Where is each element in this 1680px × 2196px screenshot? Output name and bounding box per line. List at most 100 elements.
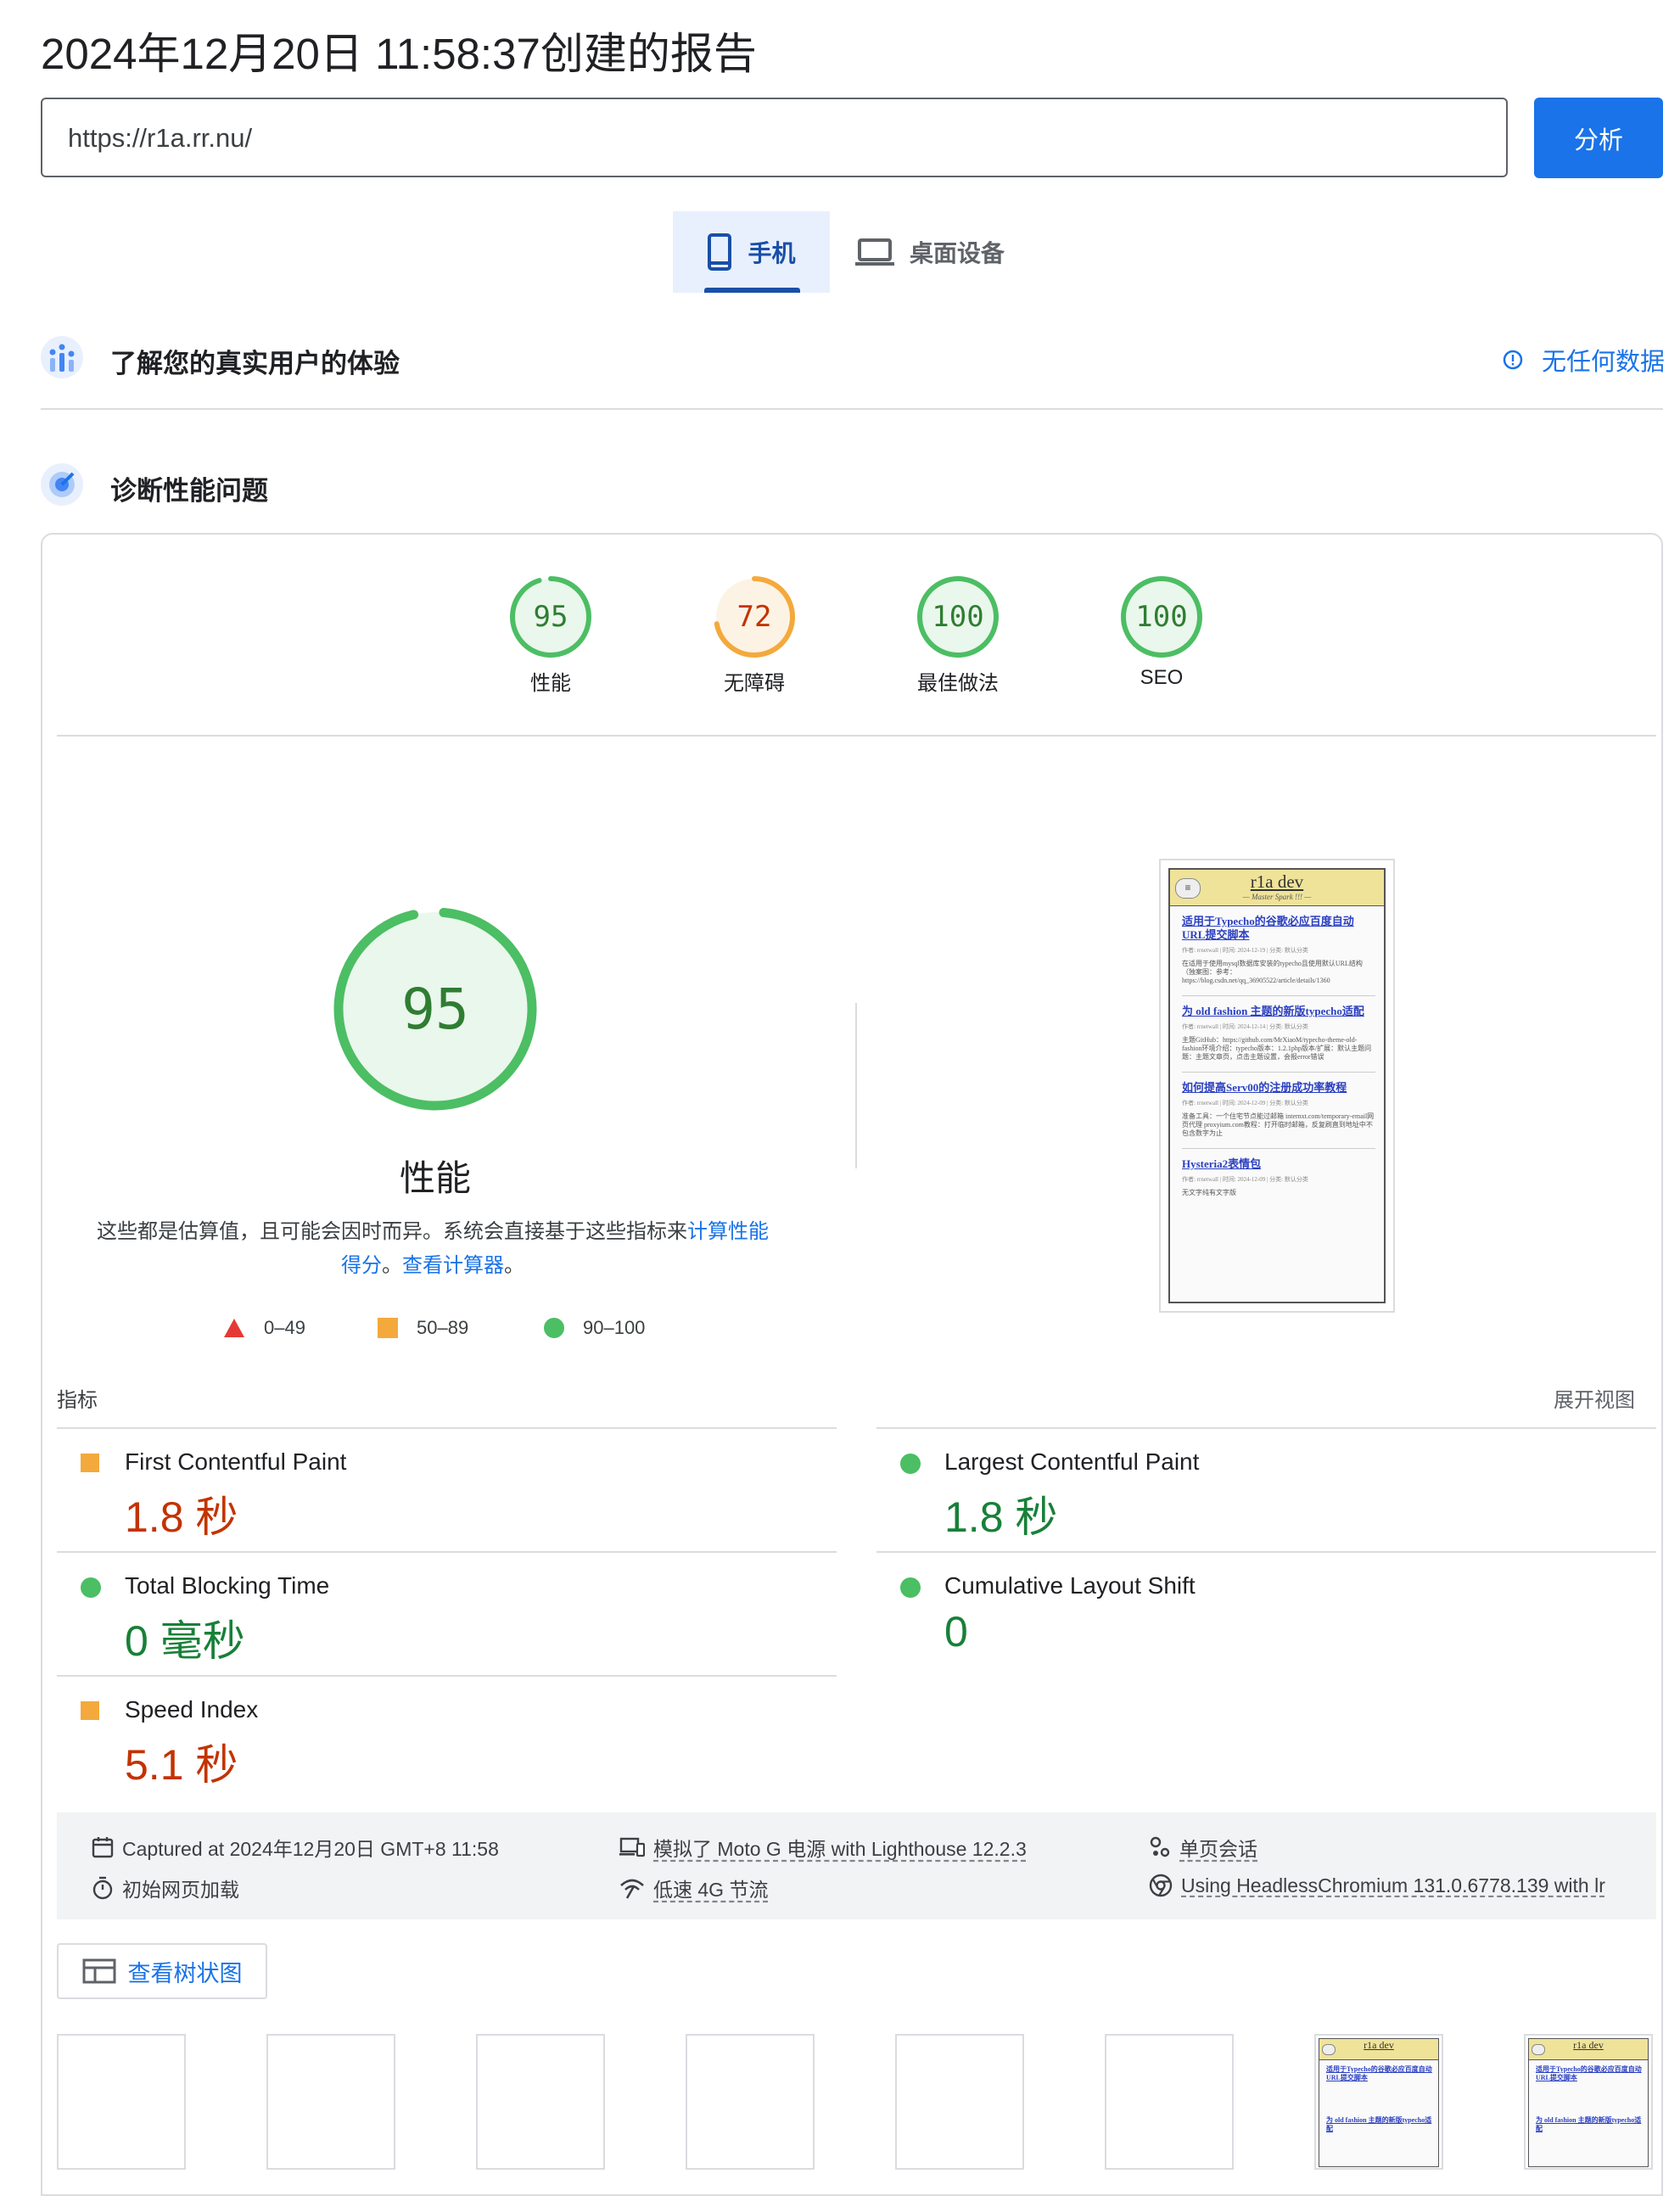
filmstrip-frame <box>476 2034 605 2170</box>
category-gauge-performance[interactable]: 95 性能 <box>508 574 593 695</box>
pass-circle-icon <box>900 1454 921 1474</box>
category-score: 95 <box>533 600 568 634</box>
category-label: 最佳做法 <box>917 672 999 695</box>
tab-desktop-label: 桌面设备 <box>910 240 1005 266</box>
screenshot-post-meta: 作者: rrnetwall | 时间: 2024-12-09 | 分类: 默认分… <box>1182 1100 1308 1106</box>
filmstrip-frame <box>1105 2034 1234 2170</box>
crux-icon <box>41 336 83 383</box>
metric-name: Largest Contentful Paint <box>944 1448 1200 1475</box>
thumb-post-title: 为 old fashion 主题的新版typecho适配 <box>1536 2116 1642 2132</box>
metric-divider <box>876 1551 1656 1553</box>
report-title: 2024年12月20日 11:58:37创建的报告 <box>41 30 757 78</box>
tab-mobile[interactable]: 手机 <box>673 211 830 293</box>
browser-info-text: Using HeadlessChromium 131.0.6778.139 wi… <box>1181 1874 1605 1896</box>
screenshot-post-meta: 作者: rrnetwall | 时间: 2024-12-19 | 分类: 默认分… <box>1182 947 1308 954</box>
network-throttling-text: 低速 4G 节流 <box>653 1879 769 1901</box>
network-throttling[interactable]: 低速 4G 节流 <box>619 1874 768 1902</box>
expand-view-toggle[interactable]: 展开视图 <box>1554 1383 1635 1413</box>
analyze-button[interactable]: 分析 <box>1534 98 1663 178</box>
calculator-link[interactable]: 查看计算器 <box>402 1254 504 1277</box>
description-text: 。 <box>504 1254 524 1277</box>
page-load-text: 初始网页加载 <box>122 1879 239 1901</box>
gauges-divider <box>57 735 1656 737</box>
section-divider <box>41 408 1663 410</box>
diagnose-heading: 诊断性能问题 <box>110 476 268 506</box>
category-label: SEO <box>1140 666 1184 689</box>
metric-name: Total Blocking Time <box>125 1572 330 1599</box>
legend-label: 0–49 <box>264 1317 305 1338</box>
runtime-settings <box>57 1812 1656 1919</box>
metric-name: First Contentful Paint <box>125 1448 347 1475</box>
view-treemap-button[interactable]: 查看树状图 <box>57 1943 267 1999</box>
filmstrip-frame <box>686 2034 815 2170</box>
description-text: 。 <box>382 1254 402 1277</box>
screenshot-post-text: 在适用于使用mysql数据库安装的typecho且使用默认URL结构（独案图：参… <box>1182 960 1363 984</box>
tab-desktop[interactable]: 桌面设备 <box>855 211 1025 293</box>
field-data-heading: 了解您的真实用户的体验 <box>110 349 400 378</box>
chrome-icon <box>1149 1874 1173 1897</box>
screenshot-site-title: r1a dev <box>1250 871 1304 892</box>
report-panel <box>41 533 1663 2196</box>
url-input[interactable]: https://r1a.rr.nu/ <box>41 98 1508 177</box>
performance-description: 这些都是估算值，且可能会因时而异。系统会直接基于这些指标来计算性能得分。查看计算… <box>93 1215 772 1283</box>
lighthouse-icon <box>41 463 83 510</box>
metric-value: 1.8 秒 <box>944 1493 1058 1541</box>
screenshot-post-meta: 作者: rrnetwall | 时间: 2024-12-09 | 分类: 默认分… <box>1182 1176 1308 1183</box>
category-score: 100 <box>932 600 984 634</box>
filmstrip-frame <box>895 2034 1024 2170</box>
no-data-label: 无任何数据 <box>1542 349 1666 376</box>
screenshot-post-title: Hysteria2表情包 <box>1182 1157 1262 1170</box>
performance-score: 95 <box>401 976 469 1042</box>
tab-selected-indicator <box>704 288 800 293</box>
thumb-post-title: 为 old fashion 主题的新版typecho适配 <box>1326 2116 1432 2132</box>
thumb-site-title: r1a dev <box>1364 2039 1394 2051</box>
browser-info[interactable]: Using HeadlessChromium 131.0.6778.139 wi… <box>1149 1874 1624 1897</box>
metric-value: 0 <box>944 1608 968 1655</box>
screenshot-post-meta: 作者: rrnetwall | 时间: 2024-12-14 | 分类: 默认分… <box>1182 1023 1308 1030</box>
emulated-device[interactable]: 模拟了 Moto G 电源 with Lighthouse 12.2.3 <box>619 1833 1027 1862</box>
tab-mobile-label: 手机 <box>748 240 796 266</box>
no-data-status[interactable]: 无任何数据 <box>1503 342 1665 378</box>
metric-name: Cumulative Layout Shift <box>944 1572 1196 1599</box>
hamburger-icon: ≡ <box>1175 878 1201 899</box>
session-icon <box>1150 1836 1170 1857</box>
calendar-icon <box>92 1837 114 1858</box>
legend-pass: 90–100 <box>544 1317 645 1339</box>
page-load-type: 初始网页加载 <box>92 1874 239 1902</box>
filmstrip-frame: r1a dev 适用于Typecho的谷歌必应百度自动URL提交脚本 为 old… <box>1524 2034 1653 2170</box>
metric-value: 5.1 秒 <box>125 1741 238 1789</box>
legend-label: 50–89 <box>417 1317 469 1338</box>
average-square-icon <box>81 1454 99 1472</box>
url-input-value: https://r1a.rr.nu/ <box>68 123 253 153</box>
metric-value: 0 毫秒 <box>125 1617 245 1665</box>
screenshot-post-text: 无文字纯有文字版 <box>1182 1189 1236 1196</box>
legend-average: 50–89 <box>378 1317 468 1339</box>
category-label: 无障碍 <box>724 672 785 695</box>
screenshot-site-subtitle: — Master Spark !!! — <box>1242 893 1312 901</box>
metrics-heading: 指标 <box>57 1389 98 1412</box>
metric-divider <box>57 1427 837 1429</box>
metric-divider <box>57 1551 837 1553</box>
performance-gauge: 95 <box>333 906 538 1112</box>
laptop-icon <box>855 238 894 266</box>
session-type[interactable]: 单页会话 <box>1149 1833 1257 1862</box>
metric-name: Speed Index <box>125 1696 259 1723</box>
legend-label: 90–100 <box>583 1317 646 1338</box>
final-screenshot[interactable]: ≡ r1a dev — Master Spark !!! — 适用于Typech… <box>1159 859 1395 1313</box>
category-gauge-accessibility[interactable]: 72 无障碍 <box>712 574 797 695</box>
view-treemap-label: 查看树状图 <box>127 1960 243 1986</box>
filmstrip-frame <box>57 2034 186 2170</box>
phone-icon <box>708 233 732 271</box>
category-gauge-seo[interactable]: 100 SEO <box>1119 574 1204 689</box>
performance-title: 性能 <box>399 1158 471 1198</box>
timer-icon <box>92 1876 113 1900</box>
pass-circle-icon <box>81 1577 101 1598</box>
screenshot-post-text: 主题GitHub：https://github.com/MrXiaoM/type… <box>1182 1036 1372 1061</box>
thumb-site-title: r1a dev <box>1573 2039 1604 2051</box>
vertical-divider <box>855 1003 857 1168</box>
pass-circle-icon <box>900 1577 921 1598</box>
category-gauge-best-practices[interactable]: 100 最佳做法 <box>916 574 1000 695</box>
square-icon <box>378 1318 398 1338</box>
category-score: 100 <box>1135 600 1188 634</box>
filmstrip-frame: r1a dev 适用于Typecho的谷歌必应百度自动URL提交脚本 为 old… <box>1314 2034 1443 2170</box>
